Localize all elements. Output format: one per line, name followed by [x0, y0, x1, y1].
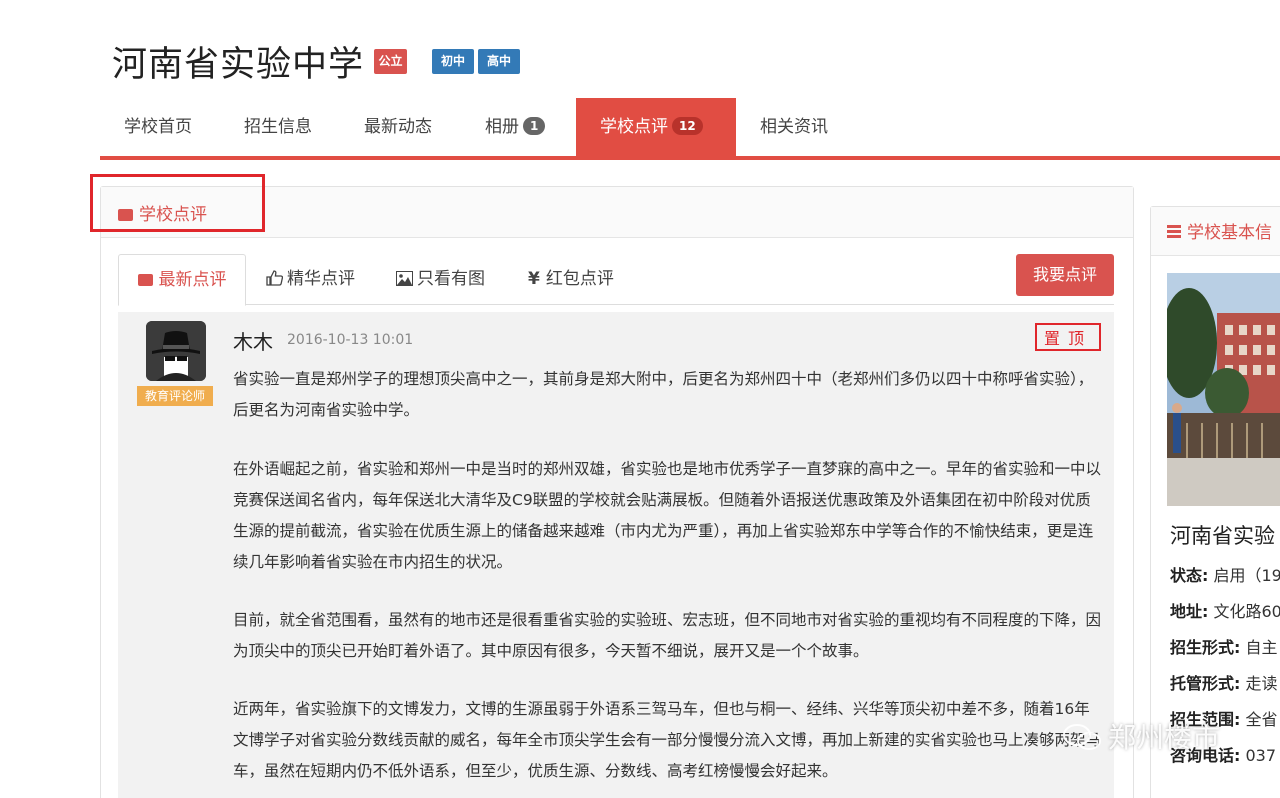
tab-featured-label: 精华点评 — [287, 269, 355, 289]
tab-featured[interactable]: 精华点评 — [266, 254, 355, 304]
info-boarding: 托管形式: 走读 — [1170, 670, 1278, 694]
list-icon — [1167, 225, 1181, 239]
nav-album-label: 相册 — [485, 117, 519, 137]
nav-home[interactable]: 学校首页 — [124, 98, 192, 156]
info-admission-type: 招生形式: 自主 — [1170, 634, 1278, 658]
review-date: 2016-10-13 10:01 — [287, 332, 414, 348]
main-nav: 学校首页 招生信息 最新动态 相册 1 学校点评 12 相关资讯 — [100, 98, 1280, 160]
school-title: 河南省实验中学 — [112, 45, 365, 85]
badge-senior: 高中 — [478, 49, 520, 74]
info-phone-value: 037 — [1245, 746, 1277, 765]
badge-public: 公立 — [374, 49, 407, 74]
image-icon — [396, 271, 413, 286]
nav-admissions[interactable]: 招生信息 — [244, 98, 312, 156]
info-address: 地址: 文化路60 — [1170, 598, 1280, 622]
yen-icon: ¥ — [528, 269, 540, 289]
highlight-annotation — [90, 174, 265, 232]
role-badge: 教育评论师 — [137, 386, 213, 406]
school-info-name: 河南省实验 — [1170, 524, 1275, 548]
review-paragraph: 省实验一直是郑州学子的理想顶尖高中之一，其前身是郑大附中，后更名为郑州四十中（老… — [233, 370, 1094, 419]
school-info-title-text: 学校基本信 — [1187, 223, 1272, 243]
info-status-value: 启用（19 — [1213, 566, 1280, 585]
info-admission-type-value: 自主 — [1245, 638, 1278, 657]
school-photo[interactable] — [1167, 273, 1280, 506]
tab-with-images-label: 只看有图 — [417, 269, 485, 289]
nav-reviews[interactable]: 学校点评 12 — [576, 98, 736, 156]
nav-news[interactable]: 最新动态 — [364, 98, 432, 156]
review-tabs: 最新点评 精华点评 只看有图 ¥ 红包点评 — [118, 254, 1114, 306]
tab-red-packet[interactable]: ¥ 红包点评 — [528, 254, 614, 304]
write-review-button[interactable]: 我要点评 — [1016, 254, 1114, 296]
review-paragraph: 目前，就全省范围看，虽然有的地市还是很看重省实验的实验班、宏志班，但不同地市对省… — [233, 611, 1102, 660]
reviews-count-badge: 12 — [672, 117, 703, 135]
info-boarding-value: 走读 — [1245, 674, 1278, 693]
tab-with-images[interactable]: 只看有图 — [396, 254, 485, 304]
review-paragraph: 近两年，省实验旗下的文博发力，文博的生源虽弱于外语系三驾马车，但也与桐一、经纬、… — [233, 700, 1102, 780]
badge-junior: 初中 — [432, 49, 474, 74]
tab-latest[interactable]: 最新点评 — [118, 254, 246, 306]
info-address-label: 地址: — [1170, 602, 1209, 621]
nav-home-label: 学校首页 — [124, 117, 192, 137]
school-info-title: 学校基本信 — [1167, 218, 1272, 243]
nav-related[interactable]: 相关资讯 — [760, 98, 828, 156]
info-status-label: 状态: — [1170, 566, 1209, 585]
album-count-badge: 1 — [523, 117, 546, 135]
info-boarding-label: 托管形式: — [1170, 674, 1241, 693]
nav-album[interactable]: 相册 1 — [485, 98, 546, 156]
nav-admissions-label: 招生信息 — [244, 117, 312, 137]
watermark: 郑州楼市 — [1108, 721, 1221, 754]
nav-reviews-label: 学校点评 — [600, 117, 668, 137]
pinned-stamp: 置顶 — [1035, 323, 1101, 351]
info-address-value: 文化路60 — [1213, 602, 1280, 621]
avatar[interactable] — [146, 321, 206, 381]
nav-news-label: 最新动态 — [364, 117, 432, 137]
detective-avatar-icon — [146, 321, 206, 381]
tab-red-packet-label: 红包点评 — [545, 269, 614, 289]
review-paragraph: 在外语崛起之前，省实验和郑州一中是当时的郑州双雄，省实验也是地市优秀学子一直梦寐… — [233, 460, 1102, 571]
info-status: 状态: 启用（19 — [1170, 562, 1280, 586]
info-admission-range-value: 全省 — [1245, 710, 1278, 729]
thumbs-up-icon — [266, 270, 284, 286]
chat-icon — [137, 274, 153, 286]
nav-related-label: 相关资讯 — [760, 117, 828, 137]
school-photo-image — [1167, 273, 1280, 506]
info-admission-type-label: 招生形式: — [1170, 638, 1241, 657]
wechat-icon — [1063, 724, 1101, 750]
review-author[interactable]: 木木 — [233, 326, 273, 355]
tab-latest-label: 最新点评 — [158, 270, 227, 290]
